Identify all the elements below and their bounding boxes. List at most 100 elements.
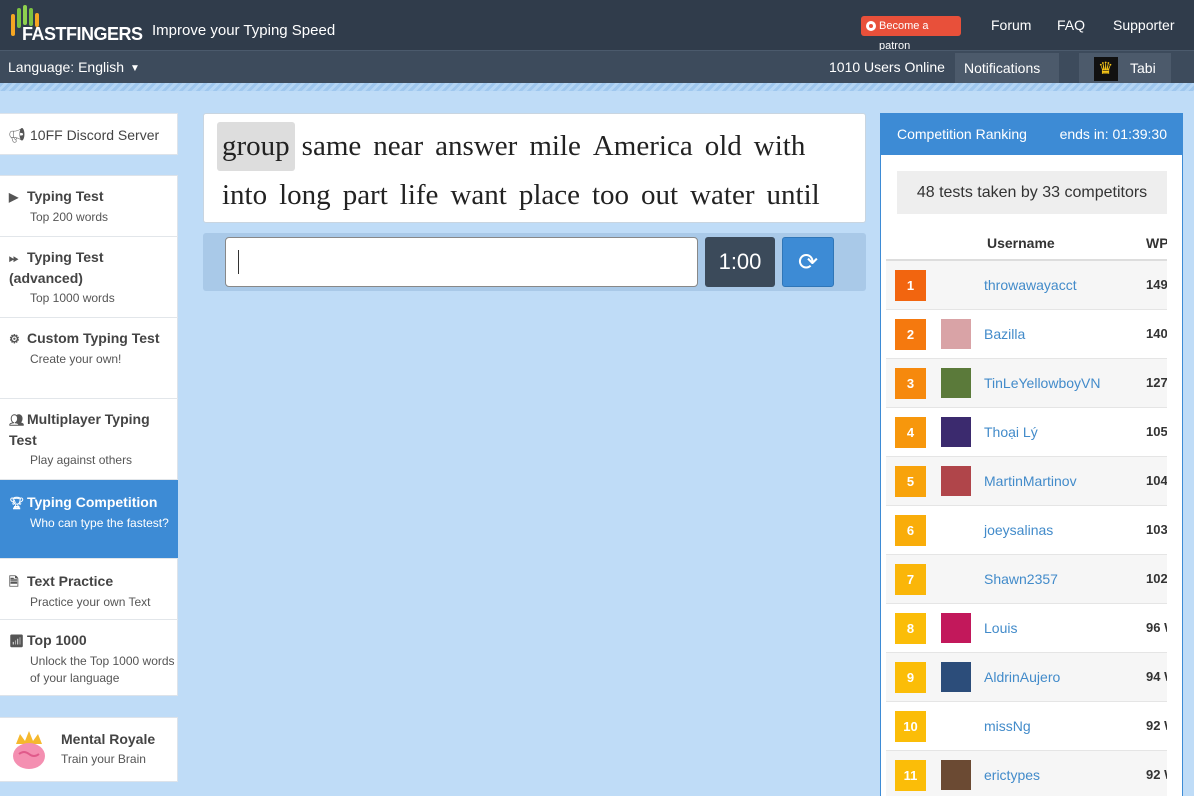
username-link[interactable]: Thoại Lý <box>984 424 1038 440</box>
table-row: 11 erictypes 92 WPM <box>886 751 1167 796</box>
signal-icon: 📶︎ <box>9 634 25 648</box>
sidebar-item-text-practice[interactable]: 🗎︎ Text Practice Practice your own Text <box>0 559 178 620</box>
sidebar-item-custom-typing-test[interactable]: ⚙ Custom Typing Test Create your own! <box>0 318 178 399</box>
word: near <box>373 130 424 162</box>
avatar <box>941 368 971 398</box>
wpm-value: 105 WPM <box>1146 424 1167 439</box>
ranking-header: Competition Ranking ends in: 01:39:30 <box>881 114 1182 155</box>
rank-badge: 8 <box>895 613 926 644</box>
brain-crown-icon <box>13 731 45 769</box>
mental-royale-promo[interactable]: Mental Royale Train your Brain <box>0 717 178 782</box>
become-patron-button[interactable]: Become a patron <box>861 16 961 52</box>
language-selector[interactable]: Language: English ▼ <box>8 59 140 75</box>
current-word: group <box>217 122 295 171</box>
users-online: 1010 Users Online <box>829 59 945 75</box>
word: same <box>301 130 362 162</box>
top-bar: FASTFINGERS Improve your Typing Speed Be… <box>0 0 1194 52</box>
rank-badge: 2 <box>895 319 926 350</box>
rank-badge: 4 <box>895 417 926 448</box>
word: long <box>279 179 331 211</box>
word: place <box>518 179 580 211</box>
wpm-value: 104 WPM <box>1146 473 1167 488</box>
username-link[interactable]: Shawn2357 <box>984 571 1058 587</box>
username: Tabi <box>1130 60 1156 76</box>
tagline: Improve your Typing Speed <box>152 22 336 39</box>
table-row: 8 Louis 96 WPM <box>886 604 1167 653</box>
wpm-value: 92 WPM <box>1146 767 1167 782</box>
rank-badge: 11 <box>895 760 926 791</box>
refresh-icon: ⟳ <box>797 249 819 276</box>
rank-badge: 10 <box>895 711 926 742</box>
rank-badge: 6 <box>895 515 926 546</box>
avatar <box>941 466 971 496</box>
text-caret <box>238 250 239 274</box>
col-username: Username <box>987 235 1055 251</box>
discord-link[interactable]: 📢︎ 10FF Discord Server <box>0 113 178 155</box>
username-link[interactable]: MartinMartinov <box>984 473 1077 489</box>
table-row: 3 TinLeYellowboyVN 127 WPM <box>886 359 1167 408</box>
username-link[interactable]: joeysalinas <box>984 522 1053 538</box>
trophy-icon: 🏆︎ <box>9 496 25 510</box>
sidebar-item-typing-competition[interactable]: 🏆︎ Typing Competition Who can type the fa… <box>0 480 178 559</box>
word: out <box>641 179 679 211</box>
wpm-value: 96 WPM <box>1146 620 1167 635</box>
word-line-1: group same near answer mile America old with <box>217 122 865 171</box>
wpm-value: 94 WPM <box>1146 669 1167 684</box>
username-link[interactable]: missNg <box>984 718 1031 734</box>
avatar <box>941 662 971 692</box>
nav-supporter[interactable]: Supporter <box>1113 17 1174 33</box>
wpm-value: 103 WPM <box>1146 522 1167 537</box>
header-stripe <box>0 83 1194 91</box>
wpm-value: 102 WPM <box>1146 571 1167 586</box>
ranking-title: Competition Ranking <box>897 126 1027 142</box>
table-row: 1 throwawayacct 149 WPM <box>886 261 1167 310</box>
megaphone-icon: 📢︎ <box>8 127 26 143</box>
username-link[interactable]: AldrinAujero <box>984 669 1060 685</box>
table-row: 10 missNg 92 WPM <box>886 702 1167 751</box>
word: part <box>342 179 388 211</box>
ranking-table-header: Username WPM <box>886 230 1167 261</box>
table-row: 6 joeysalinas 103 WPM <box>886 506 1167 555</box>
col-wpm: WPM <box>1146 235 1167 251</box>
users-icon: 👥︎ <box>9 413 25 427</box>
notifications-button[interactable]: Notifications <box>955 53 1059 84</box>
patreon-icon <box>866 21 876 31</box>
chevron-down-icon: ▼ <box>130 63 140 74</box>
ranking-rows: 1 throwawayacct 149 WPM 2 Bazilla 140 WPM 3 Tin… <box>886 261 1167 796</box>
user-menu[interactable]: Tabi <box>1079 53 1171 84</box>
word-display: group same near answer mile America old with in… <box>203 113 866 223</box>
nav-faq[interactable]: FAQ <box>1057 17 1085 33</box>
document-icon: 🗎︎ <box>9 575 19 589</box>
sidebar-item-multiplayer[interactable]: 👥︎ Multiplayer Typing Test Play against o… <box>0 399 178 480</box>
reload-button[interactable]: ⟳ <box>782 237 834 287</box>
table-row: 2 Bazilla 140 WPM <box>886 310 1167 359</box>
avatar <box>1094 53 1118 84</box>
wpm-value: 149 WPM <box>1146 277 1167 292</box>
typing-input[interactable] <box>225 237 698 287</box>
word-line-2: into long part life want place too out water unti… <box>217 171 865 220</box>
site-logo[interactable]: FASTFINGERS <box>8 4 143 44</box>
ranking-table: Username WPM 1 throwawayacct 149 WPM 2 Bazil… <box>886 230 1167 796</box>
timer: 1:00 <box>705 237 775 287</box>
competition-ranking: Competition Ranking ends in: 01:39:30 4 8… <box>880 113 1183 796</box>
table-row: 9 AldrinAujero 94 WPM <box>886 653 1167 702</box>
sidebar-item-typing-test-advanced[interactable]: ⏩︎ Typing Test (advanced) Top 1000 words <box>0 237 178 318</box>
word: old <box>704 130 742 162</box>
avatar <box>941 613 971 643</box>
logo-text: FASTFINGERS <box>22 24 143 44</box>
table-row: 5 MartinMartinov 104 WPM <box>886 457 1167 506</box>
nav-forum[interactable]: Forum <box>991 17 1031 33</box>
wpm-value: 140 WPM <box>1146 326 1167 341</box>
username-link[interactable]: Louis <box>984 620 1017 636</box>
rank-badge: 3 <box>895 368 926 399</box>
sidebar-item-typing-test[interactable]: ▶ Typing Test Top 200 words <box>0 176 178 237</box>
table-row: 4 Thoại Lý 105 WPM <box>886 408 1167 457</box>
rank-badge: 1 <box>895 270 926 301</box>
word: America <box>592 130 693 162</box>
username-link[interactable]: throwawayacct <box>984 277 1077 293</box>
username-link[interactable]: erictypes <box>984 767 1040 783</box>
username-link[interactable]: Bazilla <box>984 326 1025 342</box>
sidebar-item-top-1000[interactable]: 📶︎ Top 1000 Unlock the Top 1000 words of … <box>0 620 178 697</box>
avatar <box>941 319 971 349</box>
username-link[interactable]: TinLeYellowboyVN <box>984 375 1100 391</box>
